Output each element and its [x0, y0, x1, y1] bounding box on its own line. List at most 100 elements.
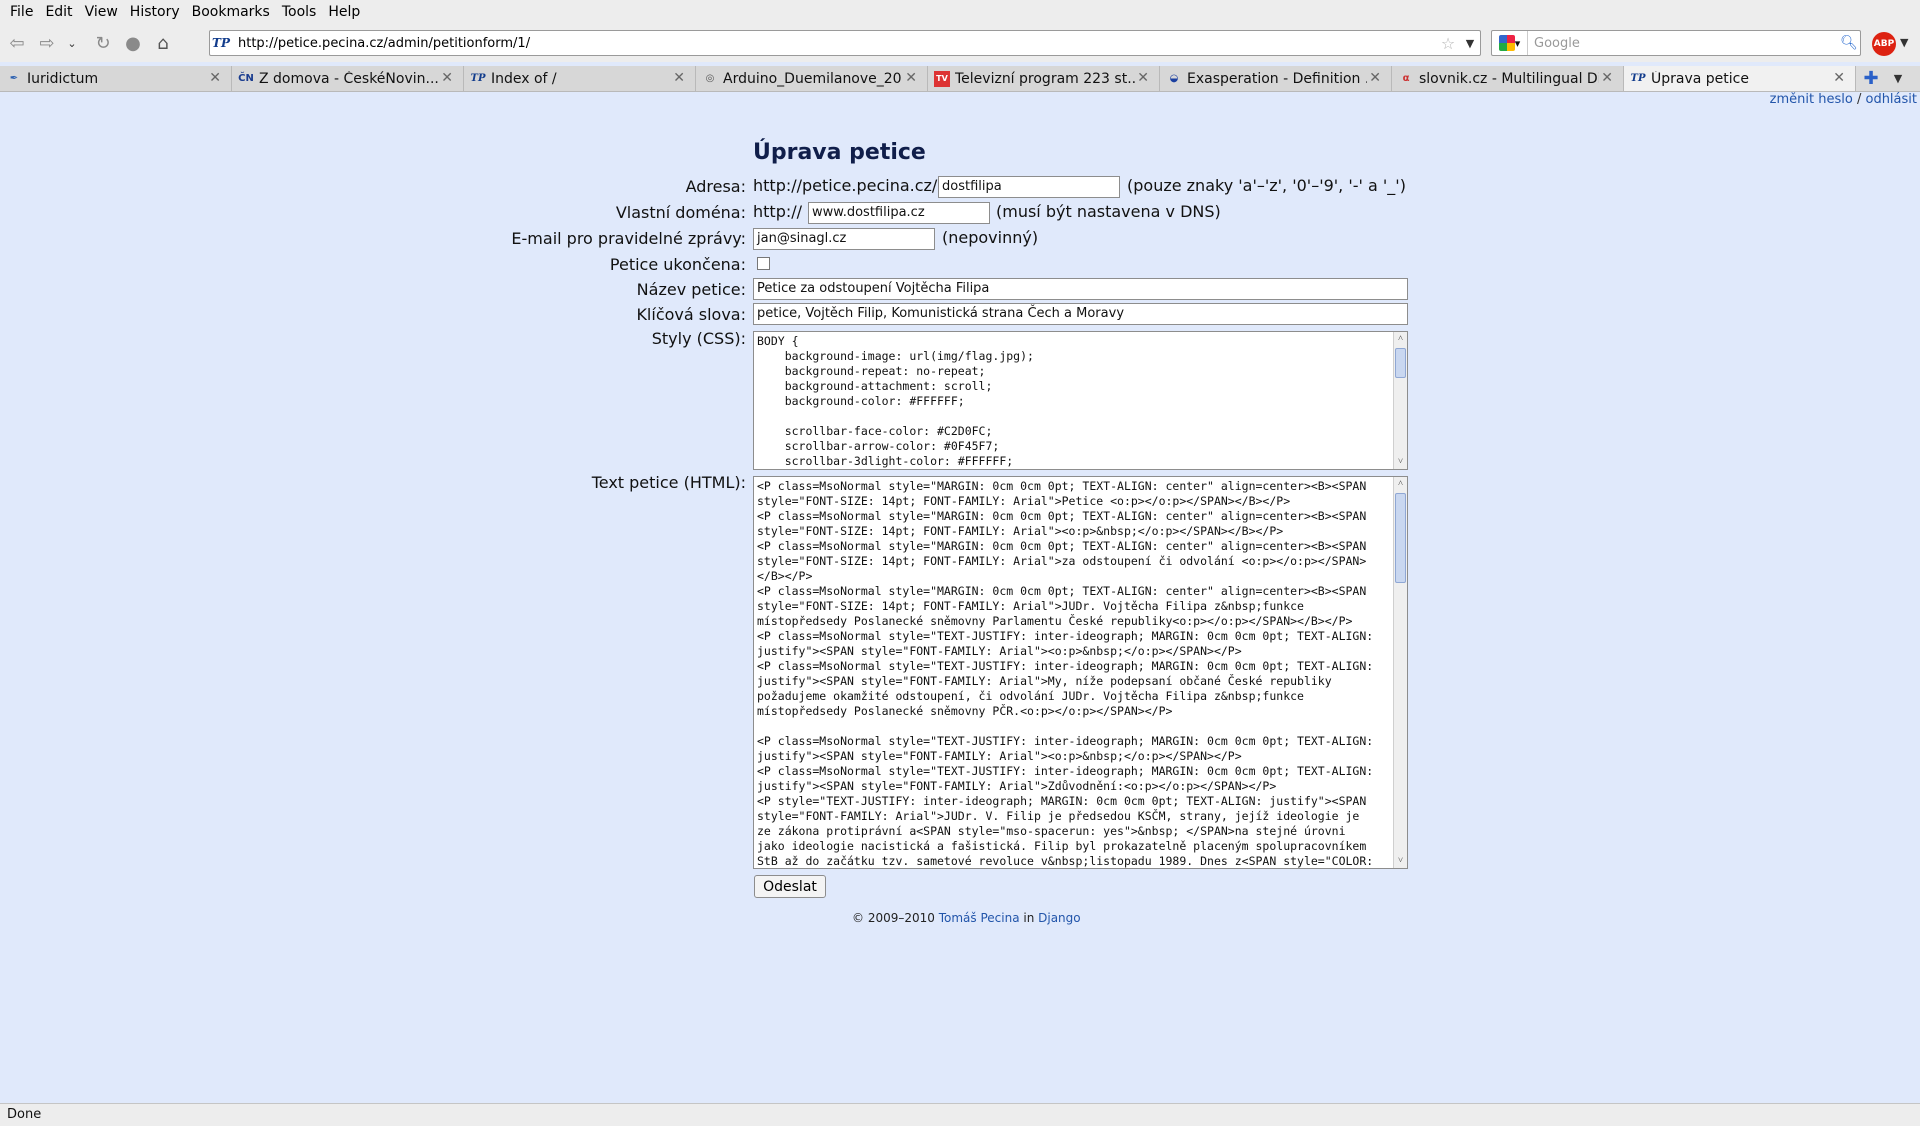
- address-input[interactable]: dostfilipa: [938, 176, 1120, 198]
- adblock-dropdown-icon[interactable]: ▼: [1900, 36, 1908, 49]
- site-favicon-icon: TP: [212, 36, 230, 50]
- logout-link[interactable]: odhlásit: [1865, 92, 1917, 107]
- change-password-link[interactable]: změnit heslo: [1770, 92, 1853, 107]
- menu-bookmarks[interactable]: Bookmarks: [186, 4, 276, 20]
- user-links: změnit heslo / odhlásit: [1770, 92, 1917, 107]
- email-input[interactable]: jan@sinagl.cz: [753, 228, 935, 250]
- css-textarea[interactable]: BODY { background-image: url(img/flag.jp…: [753, 331, 1408, 470]
- close-icon[interactable]: ✕: [905, 70, 917, 86]
- css-label: Styly (CSS):: [651, 329, 746, 348]
- forward-arrow-icon: ⇨: [39, 32, 55, 54]
- home-button[interactable]: ⌂: [148, 28, 178, 58]
- back-arrow-icon: ⇦: [9, 32, 25, 54]
- tv-program-icon: TV: [934, 70, 950, 87]
- tab-slovnik[interactable]: α slovnik.cz - Multilingual Di... ✕: [1392, 66, 1624, 91]
- tab-list-button[interactable]: ▼: [1886, 66, 1910, 91]
- html-textarea[interactable]: <P class=MsoNormal style="MARGIN: 0cm 0c…: [753, 476, 1408, 869]
- search-engine-selector[interactable]: ▾: [1492, 31, 1528, 55]
- search-icon[interactable]: 🔍︎: [1838, 35, 1860, 51]
- closed-checkbox[interactable]: [757, 257, 770, 270]
- html-label: Text petice (HTML):: [591, 473, 746, 492]
- footer-copyright: © 2009–2010: [852, 911, 939, 925]
- url-dropdown-icon[interactable]: ▼: [1460, 37, 1480, 50]
- tp-icon: TP: [1630, 73, 1646, 84]
- tab-ceske-noviny[interactable]: ČN Z domova - ČeskéNovin... ✕: [232, 66, 464, 91]
- menu-help[interactable]: Help: [322, 4, 366, 20]
- scroll-down-icon[interactable]: ˅: [1394, 455, 1407, 469]
- author-link[interactable]: Tomáš Pecina: [939, 911, 1020, 925]
- email-hint: (nepovinný): [942, 228, 1039, 247]
- menu-history[interactable]: History: [124, 4, 186, 20]
- tp-icon: TP: [470, 73, 486, 84]
- domain-hint: (musí být nastavena v DNS): [996, 202, 1221, 221]
- tab-uprava-petice[interactable]: TP Úprava petice ✕: [1624, 66, 1856, 91]
- css-textarea-content: BODY { background-image: url(img/flag.jp…: [757, 334, 1034, 468]
- back-button[interactable]: ⇦: [2, 28, 32, 58]
- menu-bar: File Edit View History Bookmarks Tools H…: [0, 0, 1920, 24]
- menu-view[interactable]: View: [79, 4, 124, 20]
- new-tab-button[interactable]: ✚: [1856, 66, 1886, 91]
- close-icon[interactable]: ✕: [1137, 70, 1149, 86]
- adblock-icon[interactable]: ABP: [1872, 32, 1896, 56]
- ceske-noviny-icon: ČN: [238, 73, 254, 84]
- tab-iuridictum[interactable]: ✒ Iuridictum ✕: [0, 66, 232, 91]
- history-dropdown-button[interactable]: ⌄: [62, 28, 82, 58]
- close-icon[interactable]: ✕: [1601, 70, 1613, 86]
- address-label: Adresa:: [685, 177, 746, 196]
- keywords-input[interactable]: petice, Vojtěch Filip, Komunistická stra…: [753, 303, 1408, 325]
- domain-input[interactable]: www.dostfilipa.cz: [808, 202, 990, 224]
- arduino-icon: ◎: [705, 73, 715, 84]
- closed-label: Petice ukončena:: [609, 255, 746, 274]
- forward-button[interactable]: ⇨: [32, 28, 62, 58]
- address-bar[interactable]: TP http://petice.pecina.cz/admin/petitio…: [209, 30, 1481, 56]
- stop-icon: ●: [125, 32, 141, 54]
- tab-arduino[interactable]: ◎ Arduino_Duemilanove_20... ✕: [696, 66, 928, 91]
- close-icon[interactable]: ✕: [441, 70, 453, 86]
- reload-icon: ↻: [95, 32, 111, 54]
- url-text[interactable]: http://petice.pecina.cz/admin/petitionfo…: [232, 36, 1436, 51]
- slovnik-icon: α: [1402, 73, 1410, 84]
- tab-label: Iuridictum: [27, 70, 99, 87]
- tab-label: Exasperation - Definition ...: [1187, 70, 1367, 87]
- dictionary-icon: ◒: [1169, 73, 1179, 84]
- menu-tools[interactable]: Tools: [276, 4, 323, 20]
- reload-button[interactable]: ↻: [88, 28, 118, 58]
- status-bar: Done: [0, 1103, 1920, 1126]
- menu-edit[interactable]: Edit: [39, 4, 78, 20]
- tab-label: slovnik.cz - Multilingual Di...: [1419, 70, 1599, 87]
- close-icon[interactable]: ✕: [1369, 70, 1381, 86]
- stop-button[interactable]: ●: [118, 28, 148, 58]
- scroll-up-icon[interactable]: ˄: [1394, 332, 1407, 346]
- google-icon: [1498, 35, 1515, 51]
- css-scrollbar[interactable]: ˄ ˅: [1393, 332, 1407, 469]
- name-input[interactable]: Petice za odstoupení Vojtěcha Filipa: [753, 278, 1408, 300]
- tab-exasperation[interactable]: ◒ Exasperation - Definition ... ✕: [1160, 66, 1392, 91]
- footer: © 2009–2010 Tomáš Pecina in Django: [852, 911, 1081, 925]
- tab-index-of[interactable]: TP Index of / ✕: [464, 66, 696, 91]
- close-icon[interactable]: ✕: [673, 70, 685, 86]
- html-scrollbar[interactable]: ˄ ˅: [1393, 477, 1407, 868]
- search-bar[interactable]: ▾ Google 🔍︎: [1491, 30, 1861, 56]
- bookmark-star-icon[interactable]: ☆: [1436, 34, 1460, 53]
- html-textarea-content: <P class=MsoNormal style="MARGIN: 0cm 0c…: [757, 479, 1374, 868]
- email-label: E-mail pro pravidelné zprávy:: [511, 229, 746, 248]
- scroll-thumb[interactable]: [1395, 493, 1406, 583]
- plus-icon: ✚: [1863, 68, 1879, 89]
- scroll-up-icon[interactable]: ˄: [1394, 477, 1407, 491]
- tab-label: Televizní program 223 st...: [955, 70, 1135, 87]
- django-link[interactable]: Django: [1038, 911, 1081, 925]
- domain-prefix: http://: [753, 202, 803, 221]
- tab-label: Index of /: [491, 70, 557, 87]
- close-icon[interactable]: ✕: [209, 70, 221, 86]
- domain-label: Vlastní doména:: [615, 203, 746, 222]
- tab-label: Z domova - ČeskéNovin...: [259, 70, 439, 87]
- submit-button[interactable]: Odeslat: [754, 875, 826, 898]
- scroll-down-icon[interactable]: ˅: [1394, 854, 1407, 868]
- menu-file[interactable]: File: [4, 4, 39, 20]
- search-input[interactable]: Google: [1528, 36, 1838, 51]
- chevron-down-icon: ▼: [1893, 72, 1903, 85]
- scroll-thumb[interactable]: [1395, 348, 1406, 378]
- tab-label: Arduino_Duemilanove_20...: [723, 70, 903, 87]
- tab-tv-program[interactable]: TV Televizní program 223 st... ✕: [928, 66, 1160, 91]
- close-icon[interactable]: ✕: [1833, 70, 1845, 86]
